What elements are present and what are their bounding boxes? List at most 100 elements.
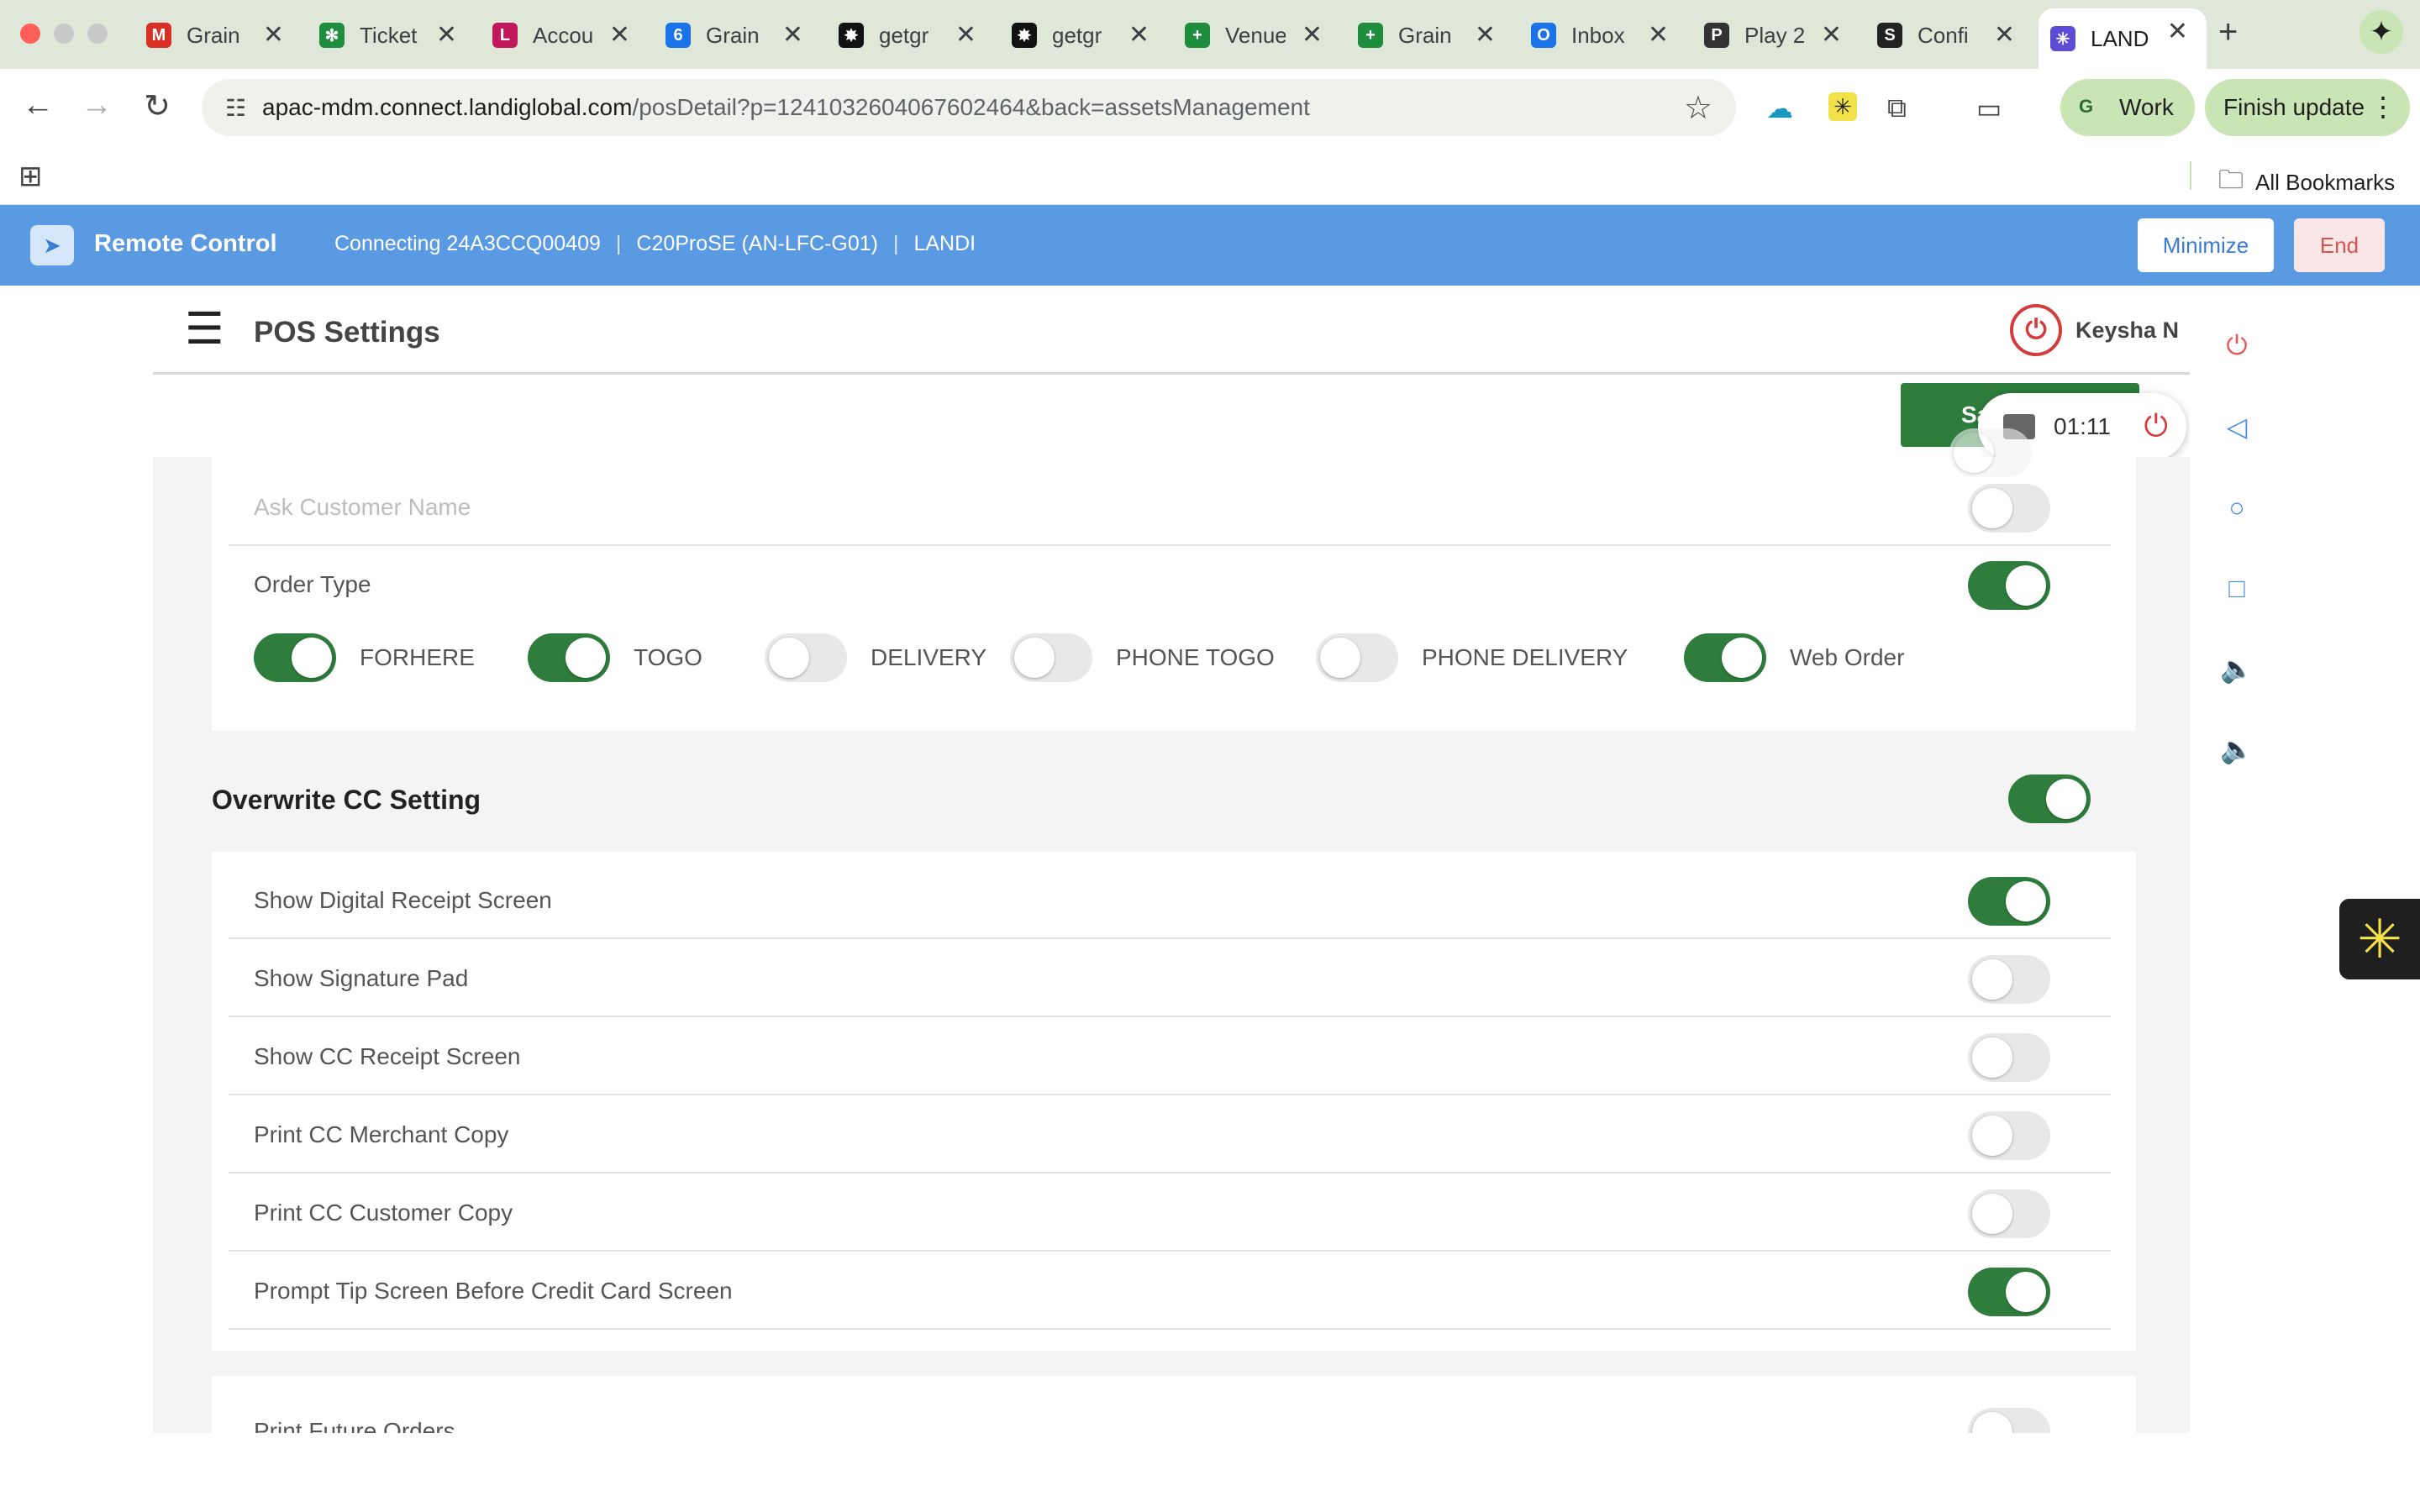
overwrite-cc-toggle[interactable] (2008, 774, 2091, 823)
setting-toggle[interactable] (1968, 1189, 2050, 1238)
volume-down-icon[interactable]: 🔈 (2218, 731, 2255, 768)
close-tab-icon[interactable]: ✕ (2167, 17, 2188, 47)
grammarly-extension-icon[interactable]: ✳ (1828, 92, 1857, 121)
order-type-option: TOGO (528, 632, 702, 684)
close-tab-icon[interactable]: ✕ (1648, 20, 1669, 50)
browser-tab[interactable]: ✸ getgr ✕ (1000, 12, 1168, 59)
browser-tab[interactable]: S Confi ✕ (1865, 12, 2033, 59)
close-tab-icon[interactable]: ✕ (1475, 20, 1496, 50)
browser-tab[interactable]: 6 Grain ✕ (654, 12, 822, 59)
gemini-sparkle-icon[interactable]: ✦ (2360, 10, 2403, 54)
profile-avatar-icon: G (2079, 96, 2094, 117)
overwrite-cc-section-header: Overwrite CC Setting (212, 759, 2136, 840)
setting-toggle[interactable] (1968, 1268, 2050, 1316)
print-future-orders-toggle[interactable] (1968, 1408, 2050, 1433)
tab-title: Play 2 (1744, 22, 1805, 48)
browser-tab[interactable]: L Accou ✕ (481, 12, 649, 59)
url-text[interactable]: apac-mdm.connect.landiglobal.com/posDeta… (262, 94, 1310, 121)
order-type-toggle[interactable] (1684, 633, 1766, 682)
more-menu-icon[interactable]: ⋮ (2370, 91, 2396, 123)
bookmarks-divider (2190, 161, 2191, 190)
browser-tab[interactable]: + Grain ✕ (1346, 12, 1514, 59)
browser-tab[interactable]: ✳ LAND ✕ (2039, 8, 2207, 69)
calendar-icon: 6 (666, 23, 691, 48)
window-close-button[interactable] (20, 24, 40, 44)
forward-button[interactable]: → (76, 87, 118, 123)
salesforce-extension-icon[interactable]: ☁ (1766, 92, 1793, 124)
stop-session-power-icon[interactable]: ⏻ (2144, 408, 2168, 444)
order-type-toggle[interactable] (1968, 561, 2050, 610)
setting-toggle[interactable] (1968, 1111, 2050, 1160)
device-power-icon[interactable]: ⏻ (2218, 328, 2255, 365)
reload-button[interactable]: ↻ (136, 87, 178, 125)
close-tab-icon[interactable]: ✕ (1302, 20, 1323, 50)
close-tab-icon[interactable]: ✕ (436, 20, 457, 50)
browser-tab[interactable]: ✻ Ticket ✕ (308, 12, 476, 59)
order-type-label: FORHERE (360, 644, 475, 670)
setting-toggle[interactable] (1968, 955, 2050, 1004)
close-tab-icon[interactable]: ✕ (1128, 20, 1150, 50)
browser-tab-strip: M Grain ✕ ✻ Ticket ✕ L Accou ✕ 6 Grain ✕ ✸ getgr ✕ ✸ get… (0, 0, 2420, 69)
minimize-button[interactable]: Minimize (2138, 218, 2274, 272)
order-type-label: Web Order (1790, 644, 1905, 670)
browser-tab[interactable]: P Play 2 ✕ (1692, 12, 1860, 59)
volume-up-icon[interactable]: 🔈 (2218, 650, 2255, 687)
setting-row: Print CC Customer Copy (229, 1174, 2111, 1252)
apps-grid-icon[interactable]: ⊞ (18, 160, 43, 193)
play-icon: P (1704, 23, 1729, 48)
setting-toggle[interactable] (1968, 877, 2050, 926)
order-type-label: PHONE DELIVERY (1422, 644, 1628, 670)
getgrain-icon: ✸ (1012, 23, 1037, 48)
back-button[interactable]: ← (17, 87, 59, 123)
power-icon[interactable]: ⏻ (2010, 304, 2062, 356)
close-tab-icon[interactable]: ✕ (609, 20, 630, 50)
grammarly-widget-icon[interactable]: ✳ (2339, 899, 2420, 979)
finish-update-button[interactable]: Finish update ⋮ (2205, 79, 2410, 136)
cast-icon[interactable]: ▭ (1976, 92, 2002, 124)
browser-tab[interactable]: + Venue ✕ (1173, 12, 1341, 59)
home-circle-icon[interactable]: ○ (2218, 489, 2255, 526)
close-tab-icon[interactable]: ✕ (1821, 20, 1842, 50)
window-zoom-button[interactable] (87, 24, 108, 44)
order-type-option: Web Order (1684, 632, 1904, 684)
tab-title: Confi (1918, 22, 1969, 48)
close-tab-icon[interactable]: ✕ (1994, 20, 2015, 50)
browser-tab[interactable]: M Grain ✕ (134, 12, 302, 59)
browser-tab[interactable]: ✸ getgr ✕ (827, 12, 995, 59)
order-type-toggle[interactable] (765, 633, 847, 682)
order-type-toggle[interactable] (254, 633, 336, 682)
remote-device-screen[interactable]: ☰ POS Settings ⏻ Keysha N Sav 01:11 ⏻ As… (153, 286, 2190, 1433)
end-button[interactable]: End (2294, 218, 2385, 272)
ask-customer-name-toggle[interactable] (1968, 484, 2050, 533)
setting-label: Show Digital Receipt Screen (254, 887, 552, 913)
order-type-toggle[interactable] (528, 633, 610, 682)
new-tab-button[interactable]: + (2218, 13, 2238, 51)
close-tab-icon[interactable]: ✕ (782, 20, 803, 50)
setting-toggle[interactable] (1968, 1033, 2050, 1082)
profile-button[interactable]: G Work (2060, 79, 2195, 136)
order-type-toggle[interactable] (1316, 633, 1398, 682)
close-tab-icon[interactable]: ✕ (263, 20, 284, 50)
recents-square-icon[interactable]: □ (2218, 570, 2255, 606)
order-type-toggle[interactable] (1010, 633, 1092, 682)
window-minimize-button[interactable] (54, 24, 74, 44)
address-bar[interactable]: ☷ apac-mdm.connect.landiglobal.com/posDe… (202, 79, 1736, 136)
settings-scroll-area[interactable]: Ask Customer Name Order Type FORHERE TOGO… (153, 428, 2190, 1433)
tab-title: Grain (187, 22, 240, 48)
setting-label: Ask Customer Name (254, 494, 471, 520)
setting-row: Print CC Merchant Copy (229, 1096, 2111, 1173)
order-type-option: FORHERE (254, 632, 475, 684)
site-info-icon[interactable]: ☷ (225, 94, 246, 122)
browser-tab[interactable]: O Inbox ✕ (1519, 12, 1687, 59)
extensions-puzzle-icon[interactable]: ⧉ (1887, 92, 1907, 124)
setting-label: Show CC Receipt Screen (254, 1043, 521, 1069)
profile-label: Work (2119, 94, 2174, 120)
all-bookmarks-button[interactable]: 🗀 All Bookmarks (2218, 161, 2395, 204)
page-title: POS Settings (254, 316, 440, 349)
bookmark-star-icon[interactable]: ☆ (1684, 89, 1712, 127)
getgrain-icon: ✸ (839, 23, 864, 48)
hamburger-menu-icon[interactable]: ☰ (185, 304, 224, 354)
setting-row: Show CC Receipt Screen (229, 1018, 2111, 1095)
back-triangle-icon[interactable]: ◁ (2218, 408, 2255, 445)
close-tab-icon[interactable]: ✕ (955, 20, 976, 50)
